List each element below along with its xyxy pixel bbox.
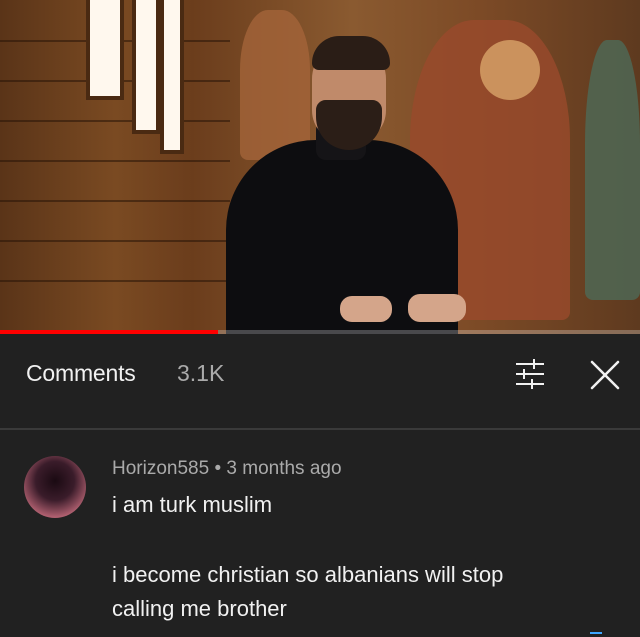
- comment-meta: Horizon585 • 3 months ago: [112, 458, 342, 480]
- comment-author[interactable]: Horizon585: [112, 458, 209, 479]
- comment-text-line: i am turk muslim: [112, 492, 273, 517]
- avatar[interactable]: [24, 456, 86, 518]
- comment-text-line: calling me brother: [112, 596, 287, 621]
- comment-time: 3 months ago: [226, 458, 342, 479]
- comments-title: Comments: [26, 360, 136, 386]
- sliders-icon: [516, 359, 544, 389]
- comment-text-line: i become christian so albanians will sto…: [112, 562, 504, 587]
- sort-filter-button[interactable]: [512, 358, 548, 390]
- close-comments-button[interactable]: [588, 358, 622, 392]
- comments-count: 3.1K: [177, 360, 225, 386]
- scroll-indicator: [590, 632, 602, 634]
- video-player[interactable]: [0, 0, 640, 334]
- meta-separator: •: [209, 458, 227, 479]
- close-icon: [590, 360, 620, 390]
- header-divider: [0, 428, 640, 430]
